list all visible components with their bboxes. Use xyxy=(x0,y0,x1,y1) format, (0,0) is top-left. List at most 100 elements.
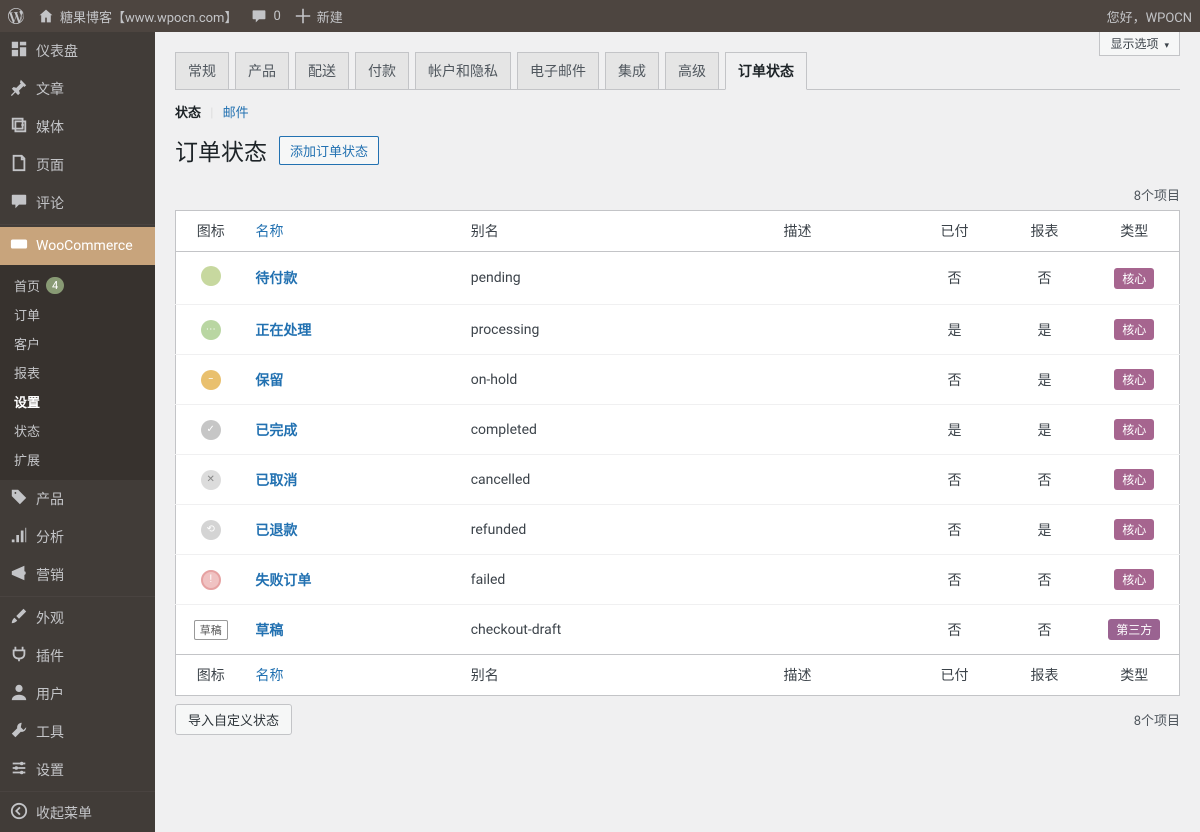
status-paid: 否 xyxy=(910,355,1000,405)
site-home-link[interactable]: 糖果博客【www.wpocn.com】 xyxy=(38,7,237,26)
submenu-home[interactable]: 首页4 xyxy=(0,271,155,300)
sidebar-item-label: 用户 xyxy=(36,684,64,704)
status-report: 否 xyxy=(1000,455,1090,505)
type-badge: 核心 xyxy=(1114,519,1154,540)
sidebar-item-pin[interactable]: 文章 xyxy=(0,70,155,108)
status-name-link[interactable]: 已完成 xyxy=(256,423,298,439)
tab-8[interactable]: 订单状态 xyxy=(725,52,807,90)
submenu-settings[interactable]: 设置 xyxy=(0,387,155,416)
user-greeting[interactable]: 您好，WPOCN xyxy=(1107,7,1192,26)
admin-sidebar: 仪表盘文章媒体页面评论 WooCommerce 首页4 订单 客户 报表 设置 状… xyxy=(0,32,155,832)
sidebar-item-label: 产品 xyxy=(36,489,64,509)
tab-7[interactable]: 高级 xyxy=(665,52,719,89)
subsection-status[interactable]: 状态 xyxy=(175,106,201,121)
status-name-link[interactable]: 已退款 xyxy=(256,523,298,539)
col-slug: 别名 xyxy=(461,211,774,252)
chevron-down-icon xyxy=(1162,37,1169,51)
status-report: 是 xyxy=(1000,305,1090,355)
status-slug: pending xyxy=(461,252,774,305)
analytics-icon xyxy=(10,526,28,548)
col-type: 类型 xyxy=(1090,211,1180,252)
comments-link[interactable]: 0 xyxy=(251,8,280,24)
type-badge: 核心 xyxy=(1114,419,1154,440)
wp-logo[interactable] xyxy=(8,8,24,24)
sidebar-item-comment[interactable]: 评论 xyxy=(0,184,155,222)
status-slug: refunded xyxy=(461,505,774,555)
pin-icon xyxy=(10,78,28,100)
screen-options-button[interactable]: 显示选项 xyxy=(1099,32,1180,56)
tab-1[interactable]: 产品 xyxy=(235,52,289,89)
wordpress-icon xyxy=(8,8,24,24)
sidebar-item-woo[interactable]: WooCommerce xyxy=(0,227,155,265)
tab-0[interactable]: 常规 xyxy=(175,52,229,89)
site-title: 糖果博客【www.wpocn.com】 xyxy=(60,7,237,26)
status-paid: 否 xyxy=(910,605,1000,655)
status-paid: 是 xyxy=(910,305,1000,355)
status-slug: on-hold xyxy=(461,355,774,405)
table-row: − 保留 on-hold 否 是 核心 xyxy=(176,355,1180,405)
sidebar-item-settings[interactable]: 设置 xyxy=(0,751,155,789)
status-name-link[interactable]: 正在处理 xyxy=(256,323,312,339)
table-row: 草稿 草稿 checkout-draft 否 否 第三方 xyxy=(176,605,1180,655)
sidebar-item-user[interactable]: 用户 xyxy=(0,675,155,713)
sidebar-item-plugin[interactable]: 插件 xyxy=(0,637,155,675)
status-icon: ✕ xyxy=(201,470,221,490)
status-desc xyxy=(774,405,910,455)
sidebar-item-brush[interactable]: 外观 xyxy=(0,599,155,637)
tab-3[interactable]: 付款 xyxy=(355,52,409,89)
status-slug: cancelled xyxy=(461,455,774,505)
status-paid: 是 xyxy=(910,405,1000,455)
submenu-customers[interactable]: 客户 xyxy=(0,329,155,358)
type-badge: 核心 xyxy=(1114,469,1154,490)
tab-6[interactable]: 集成 xyxy=(605,52,659,89)
col-name[interactable]: 名称 xyxy=(246,211,461,252)
status-desc xyxy=(774,505,910,555)
status-report: 是 xyxy=(1000,505,1090,555)
new-link[interactable]: 新建 xyxy=(295,7,343,26)
user-icon xyxy=(10,683,28,705)
tab-4[interactable]: 帐户和隐私 xyxy=(415,52,511,89)
sidebar-item-product[interactable]: 产品 xyxy=(0,480,155,518)
submenu-extensions[interactable]: 扩展 xyxy=(0,445,155,474)
sidebar-item-label: 评论 xyxy=(36,193,64,213)
submenu-reports[interactable]: 报表 xyxy=(0,358,155,387)
status-desc xyxy=(774,455,910,505)
table-row: ✓ 已完成 completed 是 是 核心 xyxy=(176,405,1180,455)
status-icon: ⟲ xyxy=(201,520,221,540)
status-table: 图标 名称 别名 描述 已付 报表 类型 待付款 pending 否 否 核心 … xyxy=(175,210,1180,696)
add-status-button[interactable]: 添加订单状态 xyxy=(279,136,379,165)
status-slug: processing xyxy=(461,305,774,355)
status-desc xyxy=(774,305,910,355)
status-name-link[interactable]: 待付款 xyxy=(256,271,298,287)
submenu-status[interactable]: 状态 xyxy=(0,416,155,445)
status-name-link[interactable]: 保留 xyxy=(256,373,284,389)
status-icon: ✓ xyxy=(201,420,221,440)
sidebar-item-tool[interactable]: 工具 xyxy=(0,713,155,751)
status-paid: 否 xyxy=(910,252,1000,305)
sidebar-item-marketing[interactable]: 营销 xyxy=(0,556,155,594)
main-content: 显示选项 常规产品配送付款帐户和隐私电子邮件集成高级订单状态 状态 | 邮件 订… xyxy=(155,32,1200,832)
sidebar-item-media[interactable]: 媒体 xyxy=(0,108,155,146)
collapse-menu[interactable]: 收起菜单 xyxy=(0,794,155,832)
status-paid: 否 xyxy=(910,505,1000,555)
sidebar-item-analytics[interactable]: 分析 xyxy=(0,518,155,556)
type-badge: 核心 xyxy=(1114,569,1154,590)
status-desc xyxy=(774,252,910,305)
status-report: 否 xyxy=(1000,252,1090,305)
sidebar-item-page[interactable]: 页面 xyxy=(0,146,155,184)
item-count-top: 8个项目 xyxy=(175,185,1180,204)
table-row: ! 失败订单 failed 否 否 核心 xyxy=(176,555,1180,605)
status-name-link[interactable]: 草稿 xyxy=(256,623,284,639)
dashboard-icon xyxy=(10,40,28,62)
marketing-icon xyxy=(10,564,28,586)
status-name-link[interactable]: 已取消 xyxy=(256,473,298,489)
submenu-orders[interactable]: 订单 xyxy=(0,300,155,329)
sidebar-item-label: 文章 xyxy=(36,79,64,99)
status-name-link[interactable]: 失败订单 xyxy=(256,573,312,589)
item-count-bottom: 8个项目 xyxy=(1134,710,1180,729)
tab-5[interactable]: 电子邮件 xyxy=(517,52,599,89)
subsection-email[interactable]: 邮件 xyxy=(223,106,249,121)
tab-2[interactable]: 配送 xyxy=(295,52,349,89)
sidebar-item-dashboard[interactable]: 仪表盘 xyxy=(0,32,155,70)
import-status-button[interactable]: 导入自定义状态 xyxy=(175,704,292,735)
